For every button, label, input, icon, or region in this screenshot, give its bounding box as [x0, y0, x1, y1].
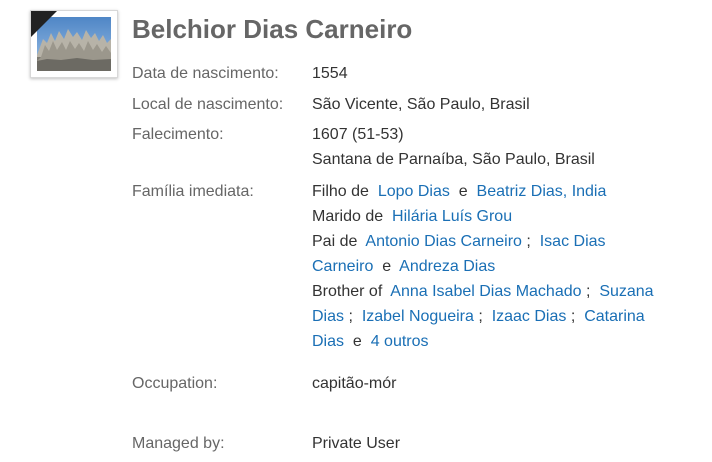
mourning-ribbon-icon	[31, 11, 57, 37]
sibling-link[interactable]: Izaac Dias	[492, 308, 567, 325]
family-label: Família imediata:	[132, 183, 254, 200]
birth-place-value: São Vicente, São Paulo, Brasil	[312, 92, 704, 117]
spouse-line: Marido de Hilária Luís Grou	[312, 204, 704, 229]
siblings-line-3: Dias e 4 outros	[312, 329, 704, 354]
managed-by-text: Private User	[312, 435, 401, 452]
wife-link[interactable]: Hilária Luís Grou	[392, 208, 512, 225]
managed-by-label: Managed by:	[132, 435, 225, 452]
birth-date-text: 1554	[312, 65, 348, 82]
birth-date-label: Data de nascimento:	[132, 65, 279, 82]
child-link[interactable]: Andreza Dias	[399, 258, 495, 275]
managed-by-value: Private User	[312, 431, 704, 456]
death-place-text: Santana de Parnaíba, São Paulo, Brasil	[312, 151, 595, 168]
brother-prefix: Brother of	[312, 283, 383, 300]
sibling-link[interactable]: Dias	[312, 308, 344, 325]
parents-line: Filho de Lopo Dias e Beatriz Dias, India	[312, 179, 704, 204]
more-relatives-link[interactable]: 4 outros	[371, 333, 429, 350]
separator: ;	[585, 283, 591, 300]
profile-card: Belchior Dias Carneiro Data de nasciment…	[0, 0, 712, 462]
sibling-link[interactable]: Suzana	[599, 283, 653, 300]
sibling-link[interactable]: Dias	[312, 333, 344, 350]
death-value: 1607 (51-53) Santana de Parnaíba, São Pa…	[312, 122, 704, 172]
occupation-label: Occupation:	[132, 375, 218, 392]
occupation-text: capitão-mór	[312, 375, 397, 392]
child-link[interactable]: Carneiro	[312, 258, 373, 275]
sibling-link[interactable]: Izabel Nogueira	[362, 308, 474, 325]
death-label: Falecimento:	[132, 126, 224, 143]
father-prefix: Pai de	[312, 233, 358, 250]
occupation-value: capitão-mór	[312, 371, 704, 396]
son-of-prefix: Filho de	[312, 183, 369, 200]
conjunction-and: e	[352, 333, 362, 350]
siblings-line-2: Dias ; Izabel Nogueira ; Izaac Dias ; Ca…	[312, 304, 704, 329]
profile-name: Belchior Dias Carneiro	[132, 14, 413, 44]
birth-date-value: 1554	[312, 61, 704, 86]
separator: ;	[348, 308, 353, 325]
children-line-1: Pai de Antonio Dias Carneiro ; Isac Dias	[312, 229, 704, 254]
mother-link[interactable]: Beatriz Dias, India	[477, 183, 607, 200]
sibling-link[interactable]: Catarina	[584, 308, 644, 325]
conjunction-and: e	[382, 258, 392, 275]
birth-place-label: Local de nascimento:	[132, 96, 284, 113]
conjunction-and: e	[458, 183, 468, 200]
family-value: Filho de Lopo Dias e Beatriz Dias, India…	[312, 179, 704, 354]
children-line-2: Carneiro e Andreza Dias	[312, 254, 704, 279]
child-link[interactable]: Antonio Dias Carneiro	[365, 233, 522, 250]
father-link[interactable]: Lopo Dias	[378, 183, 450, 200]
child-link[interactable]: Isac Dias	[540, 233, 606, 250]
separator: ;	[478, 308, 483, 325]
profile-photo-frame[interactable]	[30, 10, 118, 78]
husband-prefix: Marido de	[312, 208, 384, 225]
siblings-line-1: Brother of Anna Isabel Dias Machado ; Su…	[312, 279, 704, 304]
sibling-link[interactable]: Anna Isabel Dias Machado	[390, 283, 581, 300]
separator: ;	[526, 233, 531, 250]
death-date-text: 1607 (51-53)	[312, 126, 404, 143]
separator: ;	[570, 308, 576, 325]
birth-place-text: São Vicente, São Paulo, Brasil	[312, 96, 530, 113]
